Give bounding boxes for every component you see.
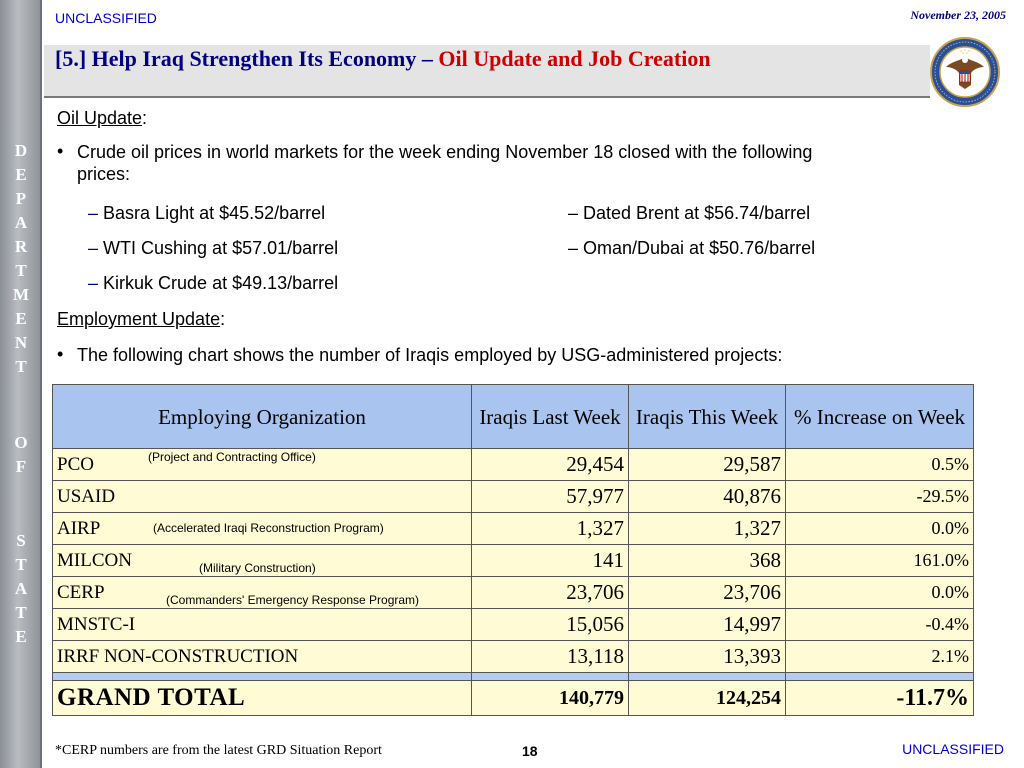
sidebar-letter: T xyxy=(15,555,27,574)
percent-cell: 161.0% xyxy=(785,544,974,577)
table-row: CERP (Commanders' Emergency Response Prog… xyxy=(52,576,974,609)
column-header: Employing Organization xyxy=(52,384,472,449)
this-week-cell: 368 xyxy=(628,544,786,577)
this-week-cell: 1,327 xyxy=(628,512,786,545)
this-week-cell: 14,997 xyxy=(628,608,786,641)
table-row: IRRF NON-CONSTRUCTION 13,118 13,393 2.1% xyxy=(52,640,974,673)
table-row: AIRP (Accelerated Iraqi Reconstruction Pr… xyxy=(52,512,974,545)
price-item: – Kirkuk Crude at $49.13/barrel xyxy=(88,273,339,293)
bullet-dot: • xyxy=(57,141,64,161)
percent-cell: 2.1% xyxy=(785,640,974,673)
org-note: (Commanders' Emergency Response Program) xyxy=(166,593,420,607)
this-week-cell: 23,706 xyxy=(628,576,786,609)
price-item: – Basra Light at $45.52/barrel xyxy=(88,203,326,223)
employment-update-heading: Employment Update: xyxy=(57,309,226,329)
table-row: PCO (Project and Contracting Office) 29,4… xyxy=(52,448,974,481)
sidebar-letter: E xyxy=(15,627,27,646)
this-week-cell: 29,587 xyxy=(628,448,786,481)
sidebar-letter: N xyxy=(14,333,28,352)
table-separator-row xyxy=(52,672,974,681)
title-highlight: Oil Update and Job Creation xyxy=(438,46,711,71)
oil-update-heading: Oil Update: xyxy=(57,108,148,128)
org-cell: PCO (Project and Contracting Office) xyxy=(52,448,472,481)
total-percent-cell: -11.7% xyxy=(785,680,974,716)
sidebar-letter: E xyxy=(15,165,27,184)
percent-cell: 0.0% xyxy=(785,576,974,609)
footnote: *CERP numbers are from the latest GRD Si… xyxy=(55,743,382,758)
column-header: Iraqis This Week xyxy=(628,384,786,449)
total-label-cell: GRAND TOTAL xyxy=(52,680,472,716)
table-header-row: Employing Organization Iraqis Last Week … xyxy=(52,384,974,449)
classification-bottom: UNCLASSIFIED xyxy=(902,741,1004,757)
bullet-dot: • xyxy=(57,344,64,364)
slide-title: [5.] Help Iraq Strengthen Its Economy – … xyxy=(55,47,835,71)
column-header: % Increase on Week xyxy=(785,384,974,449)
last-week-cell: 23,706 xyxy=(471,576,629,609)
last-week-cell: 15,056 xyxy=(471,608,629,641)
last-week-cell: 141 xyxy=(471,544,629,577)
sidebar-letter: M xyxy=(12,285,30,304)
org-note: (Project and Contracting Office) xyxy=(148,450,316,464)
oil-bullet-text: Crude oil prices in world markets for th… xyxy=(77,142,813,184)
org-cell: CERP (Commanders' Emergency Response Prog… xyxy=(52,576,472,609)
percent-cell: 0.0% xyxy=(785,512,974,545)
sidebar-letter: R xyxy=(14,237,28,256)
sidebar-letter: A xyxy=(14,579,28,598)
org-note: (Accelerated Iraqi Reconstruction Progra… xyxy=(153,521,384,535)
sidebar-letter: P xyxy=(15,189,27,208)
this-week-cell: 40,876 xyxy=(628,480,786,513)
price-item-right: – Dated Brent at $56.74/barrel xyxy=(568,203,811,223)
employment-bullet-text: The following chart shows the number of … xyxy=(77,345,783,365)
last-week-cell: 29,454 xyxy=(471,448,629,481)
last-week-cell: 57,977 xyxy=(471,480,629,513)
percent-cell: -0.4% xyxy=(785,608,974,641)
title-main: [5.] Help Iraq Strengthen Its Economy – xyxy=(55,46,439,71)
department-of-state-seal-icon xyxy=(930,37,1000,107)
sidebar-letter: T xyxy=(15,261,27,280)
column-header: Iraqis Last Week xyxy=(471,384,629,449)
sidebar-letter: S xyxy=(16,531,26,550)
page-number: 18 xyxy=(522,743,538,759)
slide-date: November 23, 2005 xyxy=(910,8,1006,22)
sidebar-letter: T xyxy=(15,603,27,622)
total-last-week-cell: 140,779 xyxy=(471,680,629,716)
table-row: USAID 57,977 40,876 -29.5% xyxy=(52,480,974,513)
sidebar-letter: A xyxy=(14,213,28,232)
last-week-cell: 13,118 xyxy=(471,640,629,673)
table-row: MILCON (Military Construction) 141 368 16… xyxy=(52,544,974,577)
table-row: MNSTC-I 15,056 14,997 -0.4% xyxy=(52,608,974,641)
org-cell: MNSTC-I xyxy=(52,608,472,641)
employment-table: Employing Organization Iraqis Last Week … xyxy=(52,384,974,716)
org-cell: USAID xyxy=(52,480,472,513)
org-cell: IRRF NON-CONSTRUCTION xyxy=(52,640,472,673)
percent-cell: -29.5% xyxy=(785,480,974,513)
sidebar-letter: O xyxy=(14,433,28,452)
last-week-cell: 1,327 xyxy=(471,512,629,545)
sidebar-letter: F xyxy=(15,457,27,476)
org-cell: MILCON (Military Construction) xyxy=(52,544,472,577)
price-item: – WTI Cushing at $57.01/barrel xyxy=(88,238,339,258)
org-cell: AIRP (Accelerated Iraqi Reconstruction Pr… xyxy=(52,512,472,545)
price-item-right: – Oman/Dubai at $50.76/barrel xyxy=(568,238,816,258)
sidebar-letter: D xyxy=(14,141,28,160)
this-week-cell: 13,393 xyxy=(628,640,786,673)
percent-cell: 0.5% xyxy=(785,448,974,481)
org-note: (Military Construction) xyxy=(199,561,316,575)
department-of-state-sidebar: D E P A R T M E N T O F S T A T E xyxy=(0,0,42,768)
total-this-week-cell: 124,254 xyxy=(628,680,786,716)
grand-total-row: GRAND TOTAL 140,779 124,254 -11.7% xyxy=(52,680,974,716)
sidebar-letter: E xyxy=(15,309,27,328)
sidebar-letter: T xyxy=(15,357,27,376)
classification-top: UNCLASSIFIED xyxy=(55,10,157,26)
